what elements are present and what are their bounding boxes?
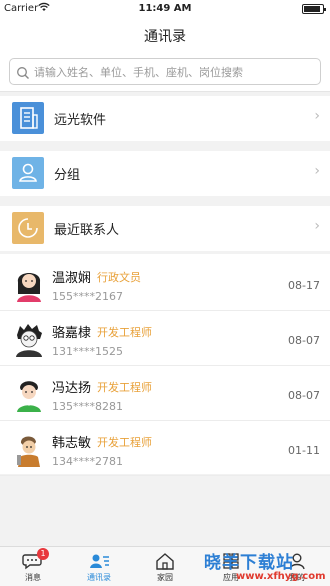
tab-label: 消息 [25,573,41,582]
avatar [13,376,45,412]
contacts-icon [88,552,110,570]
entry-organization[interactable]: 远光软件 › [0,96,330,141]
contact-date: 08-07 [288,334,320,347]
contact-name: 韩志敏 [52,436,92,451]
nav-bar: 通讯录 [0,18,330,52]
contact-row[interactable]: 骆嘉棣 开发工程师 131****1525 08-07 [0,311,330,366]
entry-label: 远光软件 [54,113,107,128]
contact-date: 01-11 [288,444,320,457]
group-icon [12,157,44,189]
contact-phone: 131****1525 [52,345,123,358]
page-title: 通讯录 [144,29,186,45]
contact-phone: 155****2167 [52,290,123,303]
search-section [0,52,330,92]
contact-date: 08-17 [288,279,320,292]
avatar [13,321,45,357]
building-icon [12,102,44,134]
contact-phone: 135****8281 [52,400,123,413]
tab-home[interactable]: 家园 [132,547,198,586]
contact-name: 骆嘉棣 [52,326,92,341]
clock-time: 11:49 AM [138,3,192,14]
avatar [13,266,45,302]
search-box[interactable] [9,58,321,85]
contact-name: 温淑娴 [52,271,92,286]
tab-label: 通讯录 [87,573,111,582]
status-bar: Carrier 11:49 AM [0,0,330,18]
chevron-right-icon: › [314,163,320,179]
contact-row[interactable]: 韩志敏 开发工程师 134****2781 01-11 [0,421,330,476]
entry-recent[interactable]: 最近联系人 › [0,206,330,251]
search-icon [16,65,30,79]
contact-role: 开发工程师 [97,326,152,339]
entry-label: 分组 [54,168,81,183]
contact-role: 开发工程师 [97,436,152,449]
watermark: 晓羊下载站 www.xfhyg.com [196,548,330,586]
home-icon [154,552,176,570]
tab-messages[interactable]: 1 消息 [0,547,66,586]
recent-contacts-list: 温淑娴 行政文员 155****2167 08-17 骆嘉棣 开发工程师 131… [0,254,330,476]
contact-name: 冯达扬 [52,381,92,396]
watermark-text: 晓羊下载站 [204,553,294,573]
battery-icon [302,4,326,14]
contact-date: 08-07 [288,389,320,402]
chevron-right-icon: › [314,108,320,124]
avatar [13,431,45,467]
contact-row[interactable]: 温淑娴 行政文员 155****2167 08-17 [0,256,330,311]
search-input[interactable] [34,62,316,82]
contact-role: 开发工程师 [97,381,152,394]
contact-role: 行政文员 [97,271,141,284]
watermark-url: www.xfhyg.com [236,571,326,582]
contact-row[interactable]: 冯达扬 开发工程师 135****8281 08-07 [0,366,330,421]
tab-contacts[interactable]: 通讯录 [66,547,132,586]
chevron-right-icon: › [314,218,320,234]
contact-phone: 134****2781 [52,455,123,468]
clock-icon [12,212,44,244]
unread-badge: 1 [37,548,49,560]
entry-label: 最近联系人 [54,223,120,238]
entry-groups[interactable]: 分组 › [0,151,330,196]
tab-label: 家园 [157,573,173,582]
